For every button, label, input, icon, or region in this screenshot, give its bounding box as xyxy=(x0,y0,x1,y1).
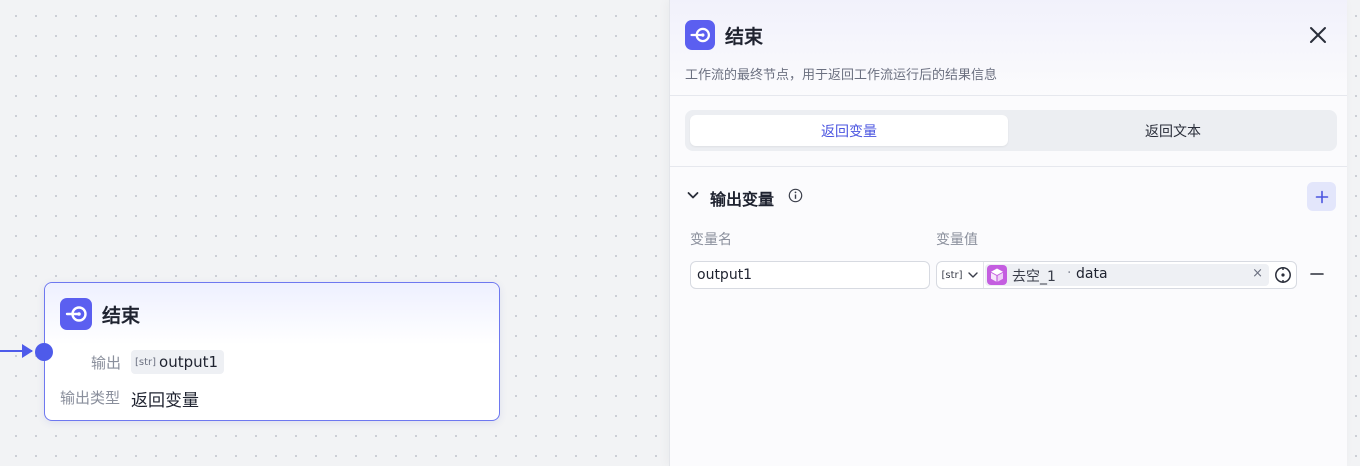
node-output-var-chip: [str] output1 xyxy=(131,350,225,374)
end-node-icon xyxy=(60,298,92,330)
type-select[interactable]: [str] xyxy=(937,262,984,288)
node-output-type-value: 返回变量 xyxy=(131,391,199,411)
tab-return-variable[interactable]: 返回变量 xyxy=(690,115,1008,146)
tab-return-text[interactable]: 返回文本 xyxy=(1014,115,1332,146)
node-config-panel: 结束 工作流的最终节点，用于返回工作流运行后的结果信息 返回变量 返回文本 输出… xyxy=(669,0,1347,466)
minus-icon[interactable] xyxy=(1309,266,1325,282)
panel-description: 工作流的最终节点，用于返回工作流运行后的结果信息 xyxy=(685,68,998,83)
info-icon[interactable] xyxy=(788,188,803,203)
variable-value-field: [str] 去空_1 · data × xyxy=(936,261,1297,289)
str-type-tag: [str] xyxy=(941,269,963,281)
variable-name-input[interactable] xyxy=(690,261,930,289)
chevron-down-icon xyxy=(967,272,978,278)
section-divider xyxy=(670,166,1347,167)
node-output-type-label: 输出类型 xyxy=(60,389,121,407)
reference-node-name: 去空_1 xyxy=(1012,269,1056,285)
end-node-icon xyxy=(685,20,715,50)
close-icon[interactable] xyxy=(1307,24,1329,46)
chevron-down-icon[interactable] xyxy=(685,187,701,203)
column-header-name: 变量名 xyxy=(690,232,732,248)
cube-icon xyxy=(987,265,1007,285)
node-output-var-name: output1 xyxy=(159,353,219,371)
variable-picker-icon[interactable] xyxy=(1274,266,1292,284)
variable-reference-chip[interactable]: 去空_1 · data × xyxy=(985,264,1269,286)
node-output-label: 输出 xyxy=(91,354,122,372)
reference-separator: · xyxy=(1067,265,1072,281)
return-mode-tabs: 返回变量 返回文本 xyxy=(685,110,1337,151)
reference-variable-name: data xyxy=(1076,266,1108,282)
input-handle[interactable] xyxy=(35,343,53,361)
column-header-value: 变量值 xyxy=(936,232,978,248)
node-title: 结束 xyxy=(102,305,141,327)
plus-icon xyxy=(1315,190,1328,203)
add-variable-button[interactable] xyxy=(1307,182,1336,211)
end-node-card[interactable]: 结束 输出 [str] output1 输出类型 返回变量 xyxy=(35,282,500,421)
clear-reference-button[interactable]: × xyxy=(1252,266,1263,281)
edge-arrow-icon xyxy=(22,344,33,358)
section-title: 输出变量 xyxy=(710,190,775,209)
str-type-tag: [str] xyxy=(135,356,157,368)
panel-title: 结束 xyxy=(725,26,764,48)
